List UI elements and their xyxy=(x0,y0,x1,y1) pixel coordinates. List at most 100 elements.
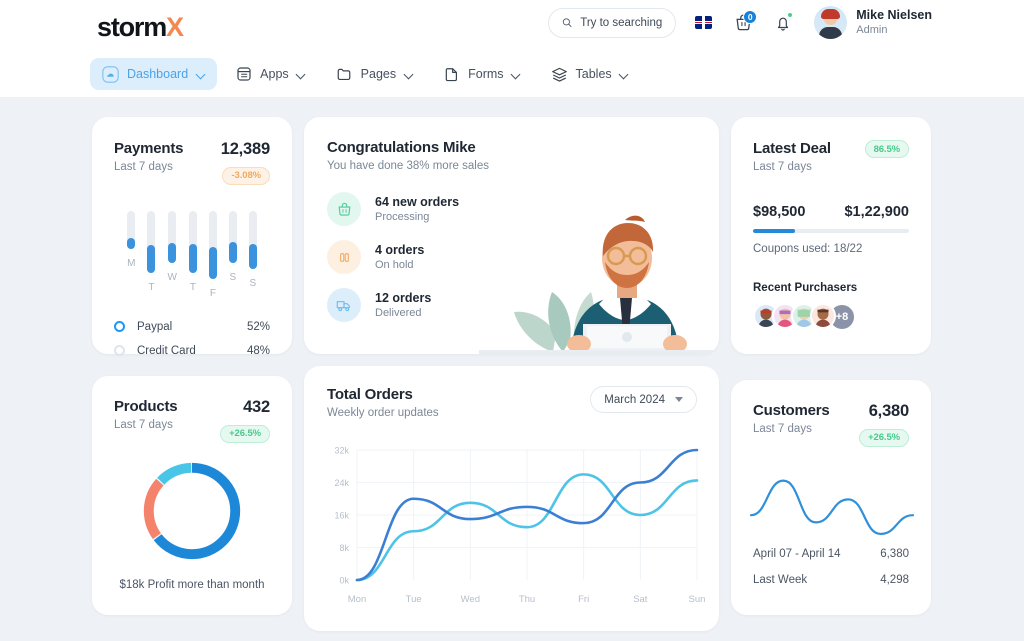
avatar xyxy=(814,6,848,39)
products-footer: $18k Profit more than month xyxy=(119,578,265,591)
chevron-down-icon xyxy=(620,70,629,79)
latest-deal-content: Latest Deal Last 7 days 86.5% $98,500 $1… xyxy=(731,117,931,331)
customers-summary-rows: April 07 - April 14 6,380 Last Week 4,29… xyxy=(731,541,931,593)
layers-icon xyxy=(551,66,568,83)
customers-card: Customers Last 7 days 6,380 +26.5% April… xyxy=(731,380,931,615)
search-icon xyxy=(563,18,572,27)
payments-header: Payments Last 7 days 12,389 -3.08% xyxy=(92,117,292,185)
nav-item-forms[interactable]: Forms xyxy=(431,58,532,90)
logo-text: storm xyxy=(97,12,167,42)
nav-item-pages[interactable]: Pages xyxy=(324,58,425,90)
search-input[interactable]: Try to searching xyxy=(548,7,677,38)
bar-column: M xyxy=(127,210,136,299)
bar-label: S xyxy=(229,271,237,283)
uk-flag-icon xyxy=(694,16,712,29)
radio-icon[interactable] xyxy=(114,345,125,356)
bar-fill xyxy=(127,237,136,249)
top-bar: stormX Try to searching 0 Mike Nielsen A… xyxy=(0,0,1024,48)
latest-deal-subtitle: Last 7 days xyxy=(753,161,812,173)
customers-row: Last Week 4,298 xyxy=(753,567,909,593)
x-axis-tick-label: Sun xyxy=(689,594,706,605)
payment-method-value: 52% xyxy=(246,320,270,333)
dashboard-page: stormX Try to searching 0 Mike Nielsen A… xyxy=(0,0,1024,641)
payments-title: Payments xyxy=(114,140,184,157)
bar-track xyxy=(248,210,257,269)
app-header: stormX Try to searching 0 Mike Nielsen A… xyxy=(0,0,1024,97)
cart-badge: 0 xyxy=(743,9,758,24)
x-axis-tick-label: Wed xyxy=(461,594,480,605)
nav-label-apps: Apps xyxy=(260,67,289,81)
total-orders-line-chart: 0k 8k 16k 24k 32k Mon Tue Wed Thu Fri Sat Sun xyxy=(334,446,706,606)
bar-fill xyxy=(208,246,217,279)
y-axis-tick-label: 0k xyxy=(339,576,349,586)
bar-label: T xyxy=(189,281,196,293)
recent-purchasers-title: Recent Purchasers xyxy=(753,282,858,294)
customers-row-label: Last Week xyxy=(753,574,808,586)
nav-item-dashboard[interactable]: Dashboard xyxy=(90,58,218,90)
main-nav: Dashboard Apps Pages Forms Tables xyxy=(90,58,641,90)
bar-label: S xyxy=(249,277,257,289)
customers-row-value: 4,298 xyxy=(880,574,909,586)
customers-row: April 07 - April 14 6,380 xyxy=(753,541,909,567)
nav-label-pages: Pages xyxy=(360,67,397,81)
x-axis-tick-label: Thu xyxy=(519,594,535,605)
sparkline-path xyxy=(749,479,915,536)
customers-header: Customers Last 7 days 6,380 +26.5% xyxy=(731,380,931,447)
user-menu[interactable]: Mike Nielsen Admin xyxy=(814,6,932,39)
payment-method-value: 48% xyxy=(246,344,270,357)
recent-purchasers-avatars: +8 xyxy=(753,303,909,331)
bar-label: F xyxy=(209,287,216,299)
bar-column: F xyxy=(208,210,217,299)
bar-track xyxy=(208,210,217,279)
chevron-down-icon xyxy=(196,70,205,79)
order-status-label: Delivered xyxy=(375,307,422,319)
payment-method-paypal[interactable]: Paypal 52% xyxy=(114,315,270,339)
logo-accent: X xyxy=(166,12,184,42)
app-logo[interactable]: stormX xyxy=(97,12,184,43)
cart-button[interactable]: 0 xyxy=(730,8,758,38)
nav-item-apps[interactable]: Apps xyxy=(223,58,318,90)
latest-deal-target: $1,22,900 xyxy=(844,204,909,220)
avatar[interactable] xyxy=(810,303,836,329)
customers-title: Customers xyxy=(753,402,830,419)
chevron-down-icon xyxy=(297,70,306,79)
order-status-onhold: 4 orders On hold xyxy=(327,240,719,274)
x-axis-tick-label: Mon xyxy=(348,594,366,605)
pause-icon xyxy=(327,240,361,274)
products-title: Products xyxy=(114,398,178,415)
bar-track xyxy=(228,210,237,263)
notification-indicator xyxy=(787,11,794,18)
order-status-label: On hold xyxy=(375,259,414,271)
order-status-count: 12 orders xyxy=(375,291,432,305)
bar-column: W xyxy=(167,210,177,299)
chevron-down-icon xyxy=(675,397,683,402)
payments-delta-badge: -3.08% xyxy=(222,166,270,185)
chevron-down-icon xyxy=(512,70,521,79)
products-value: 432 xyxy=(243,398,270,416)
nav-label-dashboard: Dashboard xyxy=(127,67,189,81)
nav-item-tables[interactable]: Tables xyxy=(539,58,641,90)
radio-selected-icon[interactable] xyxy=(114,321,125,332)
notifications-button[interactable] xyxy=(770,8,796,38)
language-selector[interactable] xyxy=(690,8,716,38)
user-role: Admin xyxy=(856,24,888,37)
bar-track xyxy=(147,210,156,273)
folder-icon xyxy=(336,66,353,83)
products-header: Products Last 7 days 432 +26.5% xyxy=(92,376,292,443)
y-axis-tick-label: 24k xyxy=(334,478,349,488)
congratulations-subtitle: You have done 38% more sales xyxy=(327,160,489,172)
payments-card: Payments Last 7 days 12,389 -3.08% MTWTF… xyxy=(92,117,292,357)
products-card: Products Last 7 days 432 +26.5% $18k Pro… xyxy=(92,376,292,615)
window-icon xyxy=(235,66,252,83)
payment-methods-list: Paypal 52% Credit Card 48% xyxy=(92,315,292,363)
order-status-list: 64 new orders Processing 4 orders On hol… xyxy=(327,192,719,322)
period-selector[interactable]: March 2024 xyxy=(590,386,697,413)
header-actions: Try to searching 0 Mike Nielsen Admin xyxy=(548,6,932,39)
total-orders-title: Total Orders xyxy=(327,386,413,403)
payments-subtitle: Last 7 days xyxy=(114,161,173,173)
payment-method-credit-card[interactable]: Credit Card 48% xyxy=(114,339,270,363)
bar-column: T xyxy=(188,210,197,299)
bar-fill xyxy=(228,241,237,263)
order-status-count: 4 orders xyxy=(375,243,425,257)
x-axis-tick-label: Fri xyxy=(578,594,589,605)
